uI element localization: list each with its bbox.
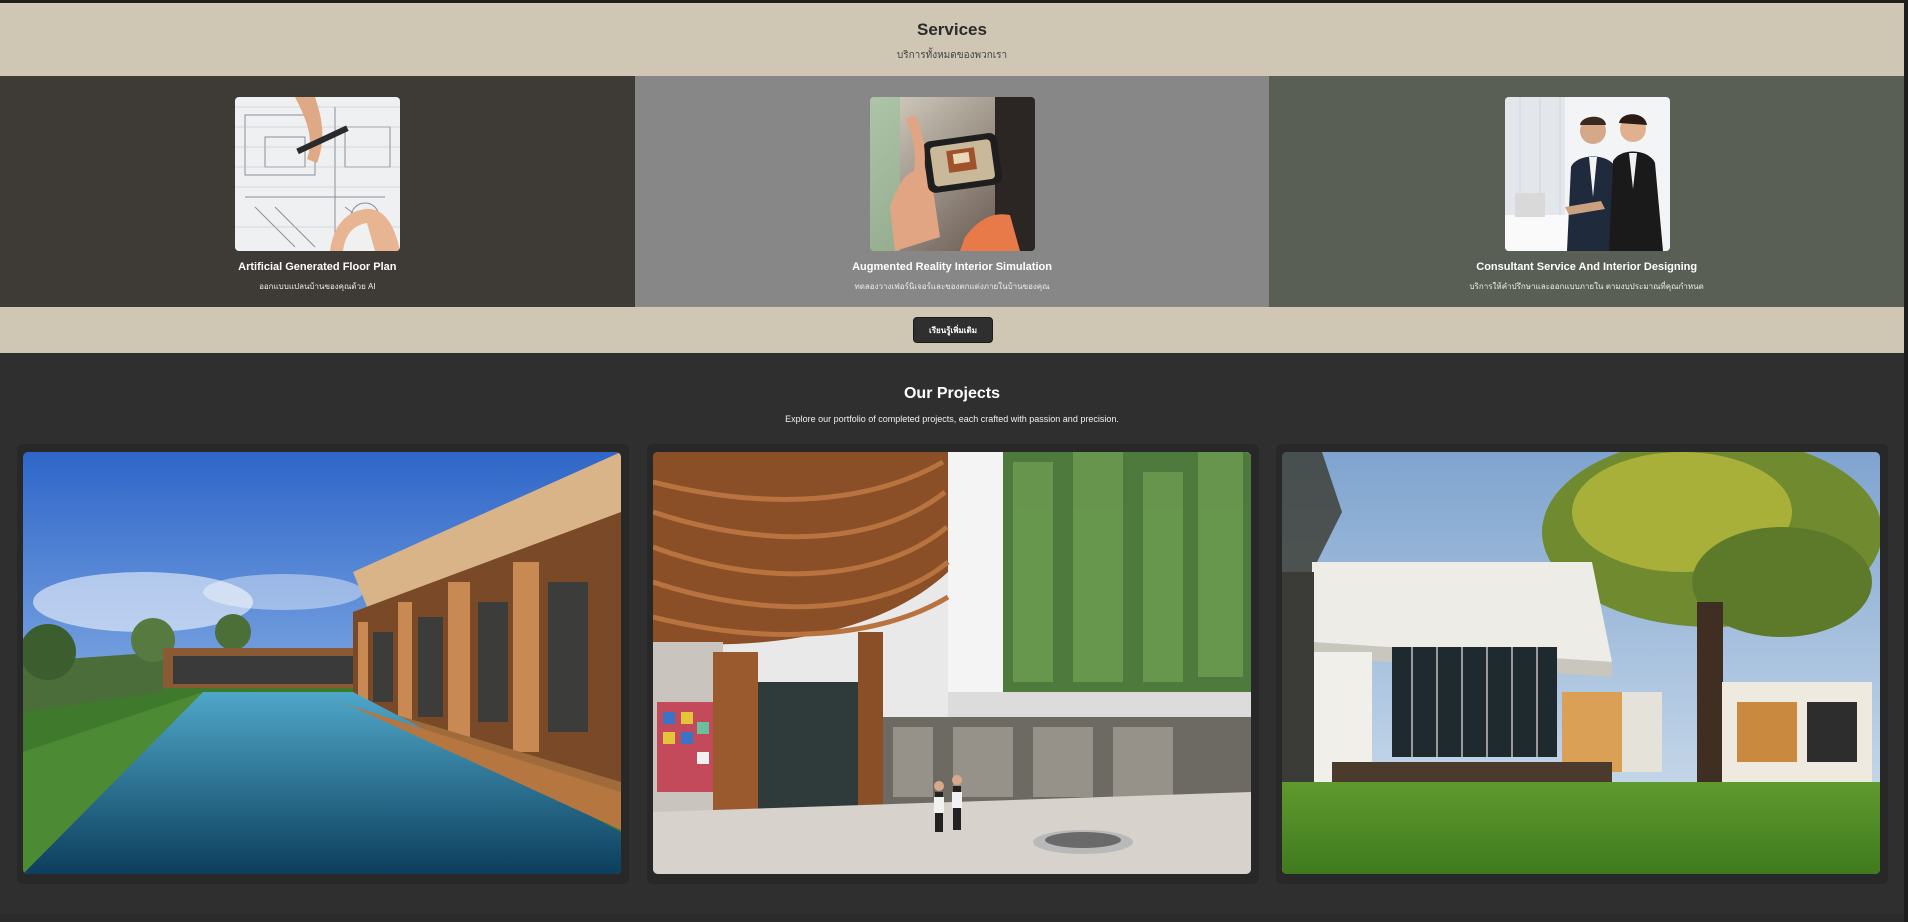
service-card-floor-plan[interactable]: Artificial Generated Floor Plan ออกแบบแป… bbox=[0, 76, 635, 307]
wooden-atrium-building-photo bbox=[653, 452, 1251, 874]
service-title: Consultant Service And Interior Designin… bbox=[1476, 261, 1698, 273]
service-title: Artificial Generated Floor Plan bbox=[238, 261, 397, 273]
floor-plan-drawing-icon bbox=[235, 97, 401, 251]
learn-more-button[interactable]: เรียนรู้เพิ่มเติม bbox=[913, 317, 993, 343]
service-description: ออกแบบแปลนบ้านของคุณด้วย AI bbox=[259, 282, 376, 291]
project-card-wooden-atrium[interactable] bbox=[647, 444, 1259, 884]
service-card-consultant[interactable]: Consultant Service And Interior Designin… bbox=[1269, 76, 1905, 307]
service-description: ทดลองวางเฟอร์นิเจอร์และของตกแต่งภายในบ้า… bbox=[854, 282, 1050, 291]
consultants-meeting-icon bbox=[1504, 97, 1670, 251]
project-card-modern-house[interactable] bbox=[1276, 444, 1888, 884]
services-header: Services บริการทั้งหมดของพวกเรา bbox=[0, 3, 1904, 76]
ar-phone-icon bbox=[870, 97, 1035, 251]
service-card-ar-simulation[interactable]: Augmented Reality Interior Simulation ทด… bbox=[634, 76, 1270, 307]
projects-title: Our Projects bbox=[903, 385, 1001, 402]
service-title: Augmented Reality Interior Simulation bbox=[852, 261, 1052, 273]
project-card-pool-villa[interactable] bbox=[17, 444, 629, 884]
services-cards: Artificial Generated Floor Plan ออกแบบแป… bbox=[0, 76, 1905, 307]
service-description: บริการให้คำปรึกษาและออกแบบภายใน ตามงบประ… bbox=[1469, 282, 1704, 291]
page-bottom-edge bbox=[0, 914, 1908, 922]
projects-subtitle: Explore our portfolio of completed proje… bbox=[785, 414, 1119, 424]
services-footer: เรียนรู้เพิ่มเติม bbox=[0, 307, 1904, 353]
pool-villa-photo bbox=[23, 452, 621, 874]
services-subtitle: บริการทั้งหมดของพวกเรา bbox=[896, 50, 1008, 61]
services-title: Services bbox=[917, 20, 987, 39]
modern-house-garden-photo bbox=[1282, 452, 1880, 874]
scrollbar[interactable] bbox=[1904, 0, 1908, 922]
